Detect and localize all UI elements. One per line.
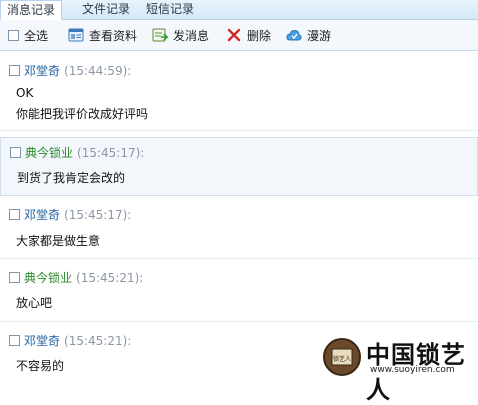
delete-button[interactable]: 删除: [226, 26, 271, 44]
message-header: 邓堂奇 (15:45:17):: [9, 206, 131, 223]
message-text: 你能把我评价改成好评吗: [16, 107, 149, 121]
message-text: OK: [16, 86, 34, 100]
sender-name[interactable]: 邓堂奇: [24, 332, 60, 349]
message-item: 典今锁业 (15:45:17): 到货了我肯定会改的: [0, 137, 478, 196]
message-time: (15:45:21):: [76, 270, 144, 285]
message-time: (15:45:21):: [64, 333, 132, 348]
message-checkbox[interactable]: [9, 209, 20, 220]
message-time: (15:45:17):: [64, 207, 132, 222]
message-checkbox[interactable]: [10, 147, 21, 158]
message-header: 邓堂奇 (15:45:21):: [9, 332, 131, 349]
sender-name[interactable]: 典今锁业: [25, 144, 73, 161]
message-item: 典今锁业 (15:45:21): 放心吧: [0, 264, 478, 322]
sender-name[interactable]: 邓堂奇: [24, 62, 60, 79]
toolbar: 全选 查看资料 发消息 删除 漫游: [0, 20, 478, 51]
roam-button[interactable]: 漫游: [286, 26, 331, 44]
watermark-seal-icon: 锁艺人: [323, 338, 361, 376]
tab-bar: 消息记录 文件记录 短信记录: [0, 0, 478, 20]
view-profile-label: 查看资料: [89, 28, 138, 43]
sender-name[interactable]: 邓堂奇: [24, 206, 60, 223]
sender-name[interactable]: 典今锁业: [24, 269, 72, 286]
message-checkbox[interactable]: [9, 272, 20, 283]
send-message-button[interactable]: 发消息: [152, 26, 209, 44]
view-profile-button[interactable]: 查看资料: [68, 26, 137, 44]
svg-text:锁艺人: 锁艺人: [333, 355, 351, 363]
checkbox-icon[interactable]: [8, 29, 19, 41]
roam-label: 漫游: [307, 28, 332, 43]
select-all-label: 全选: [24, 28, 49, 43]
message-time: (15:45:17):: [77, 145, 145, 160]
message-text: 到货了我肯定会改的: [17, 171, 126, 185]
send-message-icon: [152, 28, 168, 42]
select-all-checkbox[interactable]: 全选: [8, 26, 48, 44]
message-item: 邓堂奇 (15:44:59): OK 你能把我评价改成好评吗: [0, 57, 478, 131]
send-message-label: 发消息: [173, 28, 210, 43]
cloud-icon: [286, 29, 302, 41]
tab-sms-records[interactable]: 短信记录: [140, 0, 200, 19]
message-text: 不容易的: [16, 359, 65, 373]
tab-message-records[interactable]: 消息记录: [0, 0, 62, 20]
message-checkbox[interactable]: [9, 65, 20, 76]
message-item: 邓堂奇 (15:45:17): 大家都是做生意: [0, 201, 478, 259]
message-text: 大家都是做生意: [16, 234, 101, 248]
watermark: 锁艺人 中国锁艺人 www.suoyiren.com: [318, 335, 478, 404]
delete-x-icon: [227, 28, 241, 42]
profile-card-icon: [68, 28, 84, 42]
message-time: (15:44:59):: [64, 63, 132, 78]
message-header: 典今锁业 (15:45:21):: [9, 269, 143, 286]
watermark-url: www.suoyiren.com: [370, 365, 455, 375]
message-checkbox[interactable]: [9, 335, 20, 346]
message-header: 邓堂奇 (15:44:59):: [9, 62, 131, 79]
message-text: 放心吧: [16, 296, 53, 310]
message-header: 典今锁业 (15:45:17):: [10, 144, 144, 161]
tab-file-records[interactable]: 文件记录: [76, 0, 136, 19]
delete-label: 删除: [247, 28, 272, 43]
